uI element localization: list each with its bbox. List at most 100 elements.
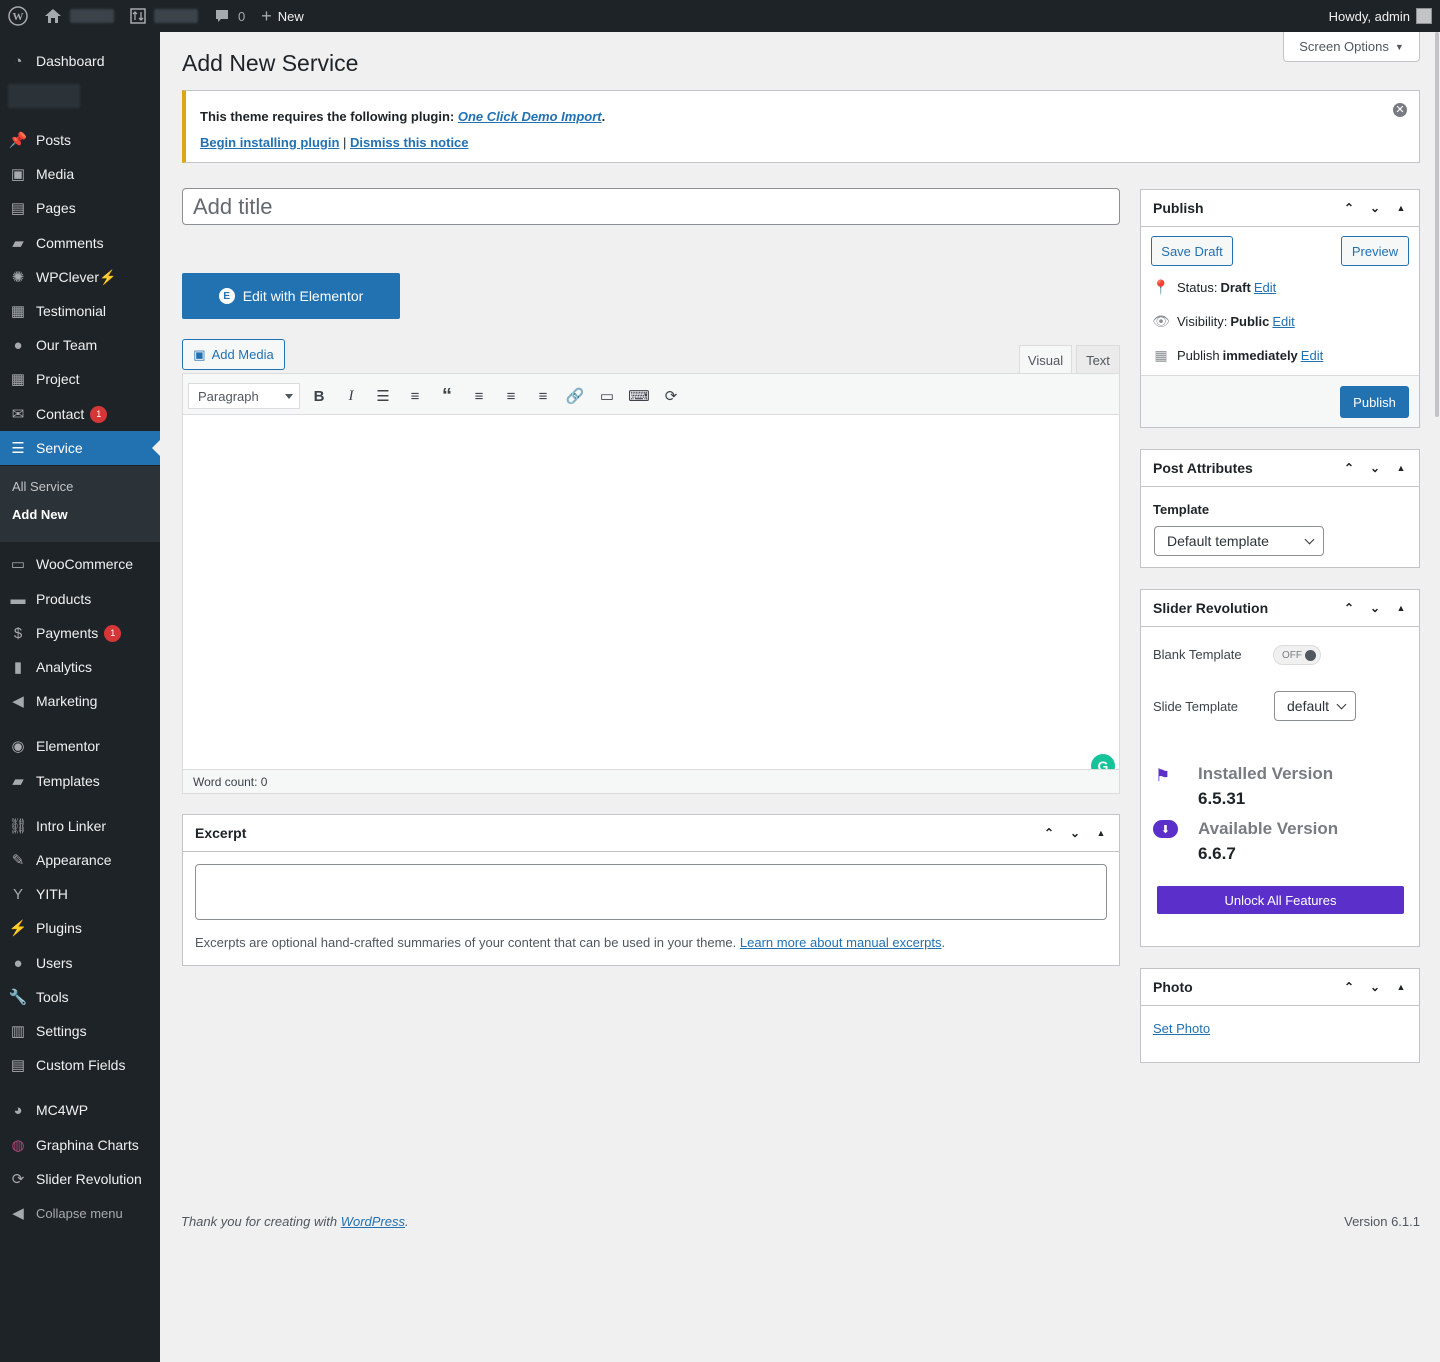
title-input[interactable]: Add title [182, 188, 1120, 225]
align-center-icon[interactable]: ≡ [499, 384, 523, 408]
page-scrollbar[interactable] [1434, 32, 1440, 1362]
edit-visibility-link[interactable]: Edit [1272, 314, 1294, 329]
sidebar-item-templates[interactable]: ▰ Templates [0, 764, 160, 798]
read-more-icon[interactable]: ▭ [595, 384, 619, 408]
blockquote-icon[interactable]: “ [435, 384, 459, 408]
begin-installing-link[interactable]: Begin installing plugin [200, 135, 339, 150]
save-draft-button[interactable]: Save Draft [1151, 236, 1233, 266]
tab-text[interactable]: Text [1076, 345, 1120, 374]
sidebar-item-pages[interactable]: ▤ Pages [0, 191, 160, 225]
italic-icon[interactable]: I [339, 384, 363, 408]
sidebar-item-products[interactable]: ▬ Products [0, 582, 160, 616]
edit-status-link[interactable]: Edit [1254, 280, 1276, 295]
post-attributes-title: Post Attributes [1153, 460, 1253, 476]
post-attributes-box: Post Attributes ⌃ ⌄ ▲ Template Default t… [1140, 449, 1420, 568]
close-icon[interactable]: ✕ [1393, 103, 1407, 117]
sidebar-item-media[interactable]: ▣ Media [0, 157, 160, 191]
preview-button[interactable]: Preview [1341, 236, 1409, 266]
comments-link[interactable]: 0 [206, 0, 253, 32]
chevron-down-icon[interactable]: ⌄ [1365, 977, 1385, 997]
sidebar-item-appearance[interactable]: ✎ Appearance [0, 843, 160, 877]
link-icon[interactable]: 🔗 [563, 384, 587, 408]
sidebar-item-posts[interactable]: 📌 Posts [0, 123, 160, 157]
sidebar-item-intro-linker[interactable]: ⛓ Intro Linker [0, 809, 160, 843]
blank-template-toggle[interactable]: OFF [1273, 645, 1321, 665]
chevron-up-icon[interactable]: ⌃ [1339, 598, 1359, 618]
chevron-down-icon[interactable]: ⌄ [1065, 823, 1085, 843]
triangle-up-icon[interactable]: ▲ [1391, 198, 1411, 218]
chevron-down-icon[interactable]: ⌄ [1365, 198, 1385, 218]
unlock-all-features-button[interactable]: Unlock All Features [1157, 886, 1404, 914]
submenu-all-service[interactable]: All Service [12, 479, 73, 494]
publish-label: Publish [1177, 348, 1220, 363]
keyboard-icon[interactable]: ⌨ [627, 384, 651, 408]
sidebar-item-yith[interactable]: Y YITH [0, 877, 160, 911]
chevron-up-icon[interactable]: ⌃ [1039, 823, 1059, 843]
sidebar-item-service[interactable]: ☰ Service [0, 431, 160, 465]
excerpt-textarea[interactable] [195, 864, 1107, 920]
sidebar-item-marketing[interactable]: ◀ Marketing [0, 684, 160, 718]
triangle-up-icon[interactable]: ▲ [1091, 823, 1111, 843]
fields-icon: ▤ [10, 1057, 26, 1074]
sidebar-item-analytics[interactable]: ▮ Analytics [0, 650, 160, 684]
sidebar-item-dashboard[interactable]: ◔ Dashboard [0, 44, 160, 78]
triangle-up-icon[interactable]: ▲ [1391, 977, 1411, 997]
account-menu[interactable]: Howdy, admin [1329, 8, 1440, 24]
sidebar-item-wpclever[interactable]: ✺ WPClever⚡ [0, 260, 160, 294]
wordpress-link[interactable]: WordPress [341, 1214, 405, 1229]
content-editor[interactable]: Paragraph B I ☰ ≡ “ ≡ ≡ ≡ 🔗 ▭ ⌨ ⟳ G Word… [182, 373, 1120, 794]
sidebar-item-project[interactable]: ▦ Project [0, 362, 160, 396]
toolbar-toggle-icon[interactable]: ⟳ [659, 384, 683, 408]
triangle-up-icon[interactable]: ▲ [1391, 458, 1411, 478]
screen-options-button[interactable]: Screen Options ▼ [1283, 32, 1420, 62]
edit-with-elementor-button[interactable]: E Edit with Elementor [182, 273, 400, 319]
numbered-list-icon[interactable]: ≡ [403, 384, 427, 408]
dismiss-notice-link[interactable]: Dismiss this notice [350, 135, 468, 150]
sidebar-item-slider-revolution[interactable]: ⟳ Slider Revolution [0, 1162, 160, 1196]
add-media-button[interactable]: ▣ Add Media [182, 339, 285, 370]
chevron-down-icon[interactable]: ⌄ [1365, 458, 1385, 478]
publish-button[interactable]: Publish [1340, 386, 1409, 418]
scrollbar-thumb[interactable] [1435, 32, 1439, 417]
new-content-link[interactable]: + New [253, 0, 312, 32]
sidebar-item-label: Appearance [36, 852, 112, 868]
sidebar-item-settings[interactable]: ▥ Settings [0, 1014, 160, 1048]
slide-template-select[interactable]: default [1274, 691, 1356, 721]
learn-more-excerpts-link[interactable]: Learn more about manual excerpts [740, 935, 942, 950]
sidebar-item-tools[interactable]: 🔧 Tools [0, 980, 160, 1014]
sidebar-item-elementor[interactable]: ◉ Elementor [0, 729, 160, 763]
site-home-icon[interactable] [36, 0, 122, 32]
sidebar-item-our-team[interactable]: ● Our Team [0, 328, 160, 362]
sidebar-item-contact[interactable]: ✉ Contact 1 [0, 397, 160, 431]
sidebar-item-testimonial[interactable]: ▦ Testimonial [0, 294, 160, 328]
tab-visual[interactable]: Visual [1019, 345, 1072, 374]
sidebar-item-plugins[interactable]: ⚡ Plugins [0, 911, 160, 945]
bold-icon[interactable]: B [307, 384, 331, 408]
wordpress-logo-icon[interactable]: W [0, 0, 36, 32]
sidebar-item-mc4wp[interactable]: ◕ MC4WP [0, 1093, 160, 1127]
collapse-menu-button[interactable]: ◀ Collapse menu [0, 1196, 160, 1230]
chevron-up-icon[interactable]: ⌃ [1339, 198, 1359, 218]
chevron-down-icon[interactable]: ⌄ [1365, 598, 1385, 618]
align-right-icon[interactable]: ≡ [531, 384, 555, 408]
template-select[interactable]: Default template [1154, 526, 1324, 556]
sidebar-item-graphina-charts[interactable]: ◍ Graphina Charts [0, 1128, 160, 1162]
format-select[interactable]: Paragraph [188, 383, 300, 409]
triangle-up-icon[interactable]: ▲ [1391, 598, 1411, 618]
edit-schedule-link[interactable]: Edit [1301, 348, 1323, 363]
pin-icon: 📌 [8, 132, 28, 149]
sidebar-item-custom-fields[interactable]: ▤ Custom Fields [0, 1048, 160, 1082]
bullet-list-icon[interactable]: ☰ [371, 384, 395, 408]
sidebar-item-woocommerce[interactable]: ▭ WooCommerce [0, 547, 160, 581]
plugin-link[interactable]: One Click Demo Import [458, 109, 602, 124]
updates-icon[interactable] [122, 0, 206, 32]
sidebar-item-payments[interactable]: $ Payments 1 [0, 616, 160, 650]
align-left-icon[interactable]: ≡ [467, 384, 491, 408]
avatar [1416, 8, 1432, 24]
sidebar-item-comments[interactable]: ▰ Comments [0, 226, 160, 260]
chevron-up-icon[interactable]: ⌃ [1339, 977, 1359, 997]
sidebar-item-users[interactable]: ● Users [0, 946, 160, 980]
chevron-up-icon[interactable]: ⌃ [1339, 458, 1359, 478]
submenu-add-new[interactable]: Add New [12, 507, 68, 522]
set-photo-link[interactable]: Set Photo [1153, 1021, 1210, 1036]
